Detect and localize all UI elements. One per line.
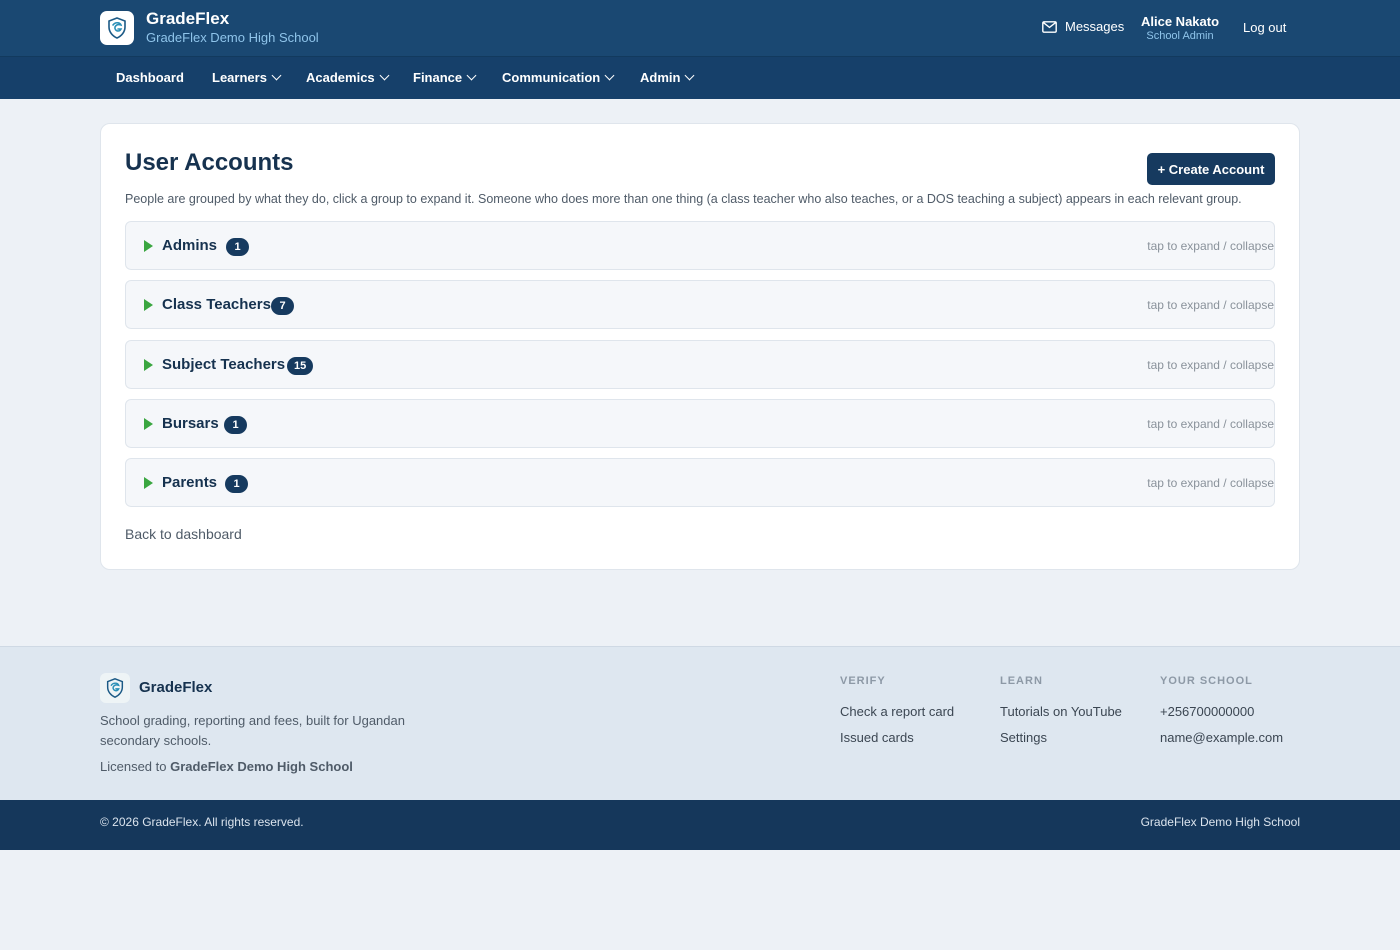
chevron-down-icon	[604, 70, 615, 80]
footer-heading-learn: LEARN	[1000, 675, 1043, 687]
footer-link-settings[interactable]: Settings	[1000, 730, 1047, 745]
nav-item-academics[interactable]: Academics	[306, 70, 390, 85]
count-badge: 1	[226, 238, 249, 256]
messages-label: Messages	[1065, 19, 1125, 34]
intro-text: People are grouped by what they do, clic…	[125, 192, 1242, 206]
shield-crest-icon	[108, 17, 126, 39]
count-badge: 1	[225, 475, 248, 493]
create-account-button[interactable]: + Create Account	[1147, 153, 1275, 185]
group-admins[interactable]: Admins 1 tap to expand / collapse	[125, 221, 1275, 270]
count-badge: 1	[224, 416, 247, 434]
shield-crest-icon	[106, 678, 124, 698]
back-to-dashboard-link[interactable]: Back to dashboard	[125, 526, 242, 542]
footer-link-check-report-card[interactable]: Check a report card	[840, 704, 954, 719]
expand-arrow-icon	[144, 418, 153, 430]
brand-logo[interactable]	[100, 11, 134, 45]
copyright-text: © 2026 GradeFlex. All rights reserved.	[100, 815, 304, 829]
footer-link-issued-cards[interactable]: Issued cards	[840, 730, 914, 745]
count-badge: 15	[287, 357, 314, 375]
chevron-down-icon	[466, 70, 477, 80]
nav-item-finance[interactable]: Finance	[413, 70, 477, 85]
footer-bottom-bar: © 2026 GradeFlex. All rights reserved. G…	[0, 800, 1400, 850]
page-title: User Accounts	[125, 149, 294, 176]
footer-heading-verify: VERIFY	[840, 675, 886, 687]
top-header: GradeFlex GradeFlex Demo High School Mes…	[0, 0, 1400, 57]
group-hint: tap to expand / collapse	[1147, 239, 1274, 253]
count-badge: 7	[271, 297, 294, 315]
main-nav: Dashboard Learners Academics Finance Com…	[0, 57, 1400, 99]
nav-item-communication[interactable]: Communication	[502, 70, 615, 85]
group-class-teachers[interactable]: Class Teachers 7 tap to expand / collaps…	[125, 280, 1275, 329]
nav-item-label: Finance	[413, 70, 463, 85]
messages-link[interactable]: Messages	[1042, 19, 1124, 34]
nav-item-learners[interactable]: Learners	[212, 70, 282, 85]
footer-logo	[100, 673, 130, 703]
nav-item-dashboard[interactable]: Dashboard	[116, 70, 184, 85]
group-parents[interactable]: Parents 1 tap to expand / collapse	[125, 458, 1275, 507]
group-hint: tap to expand / collapse	[1147, 476, 1274, 490]
group-label: Bursars	[162, 415, 219, 432]
expand-arrow-icon	[144, 299, 153, 311]
nav-item-label: Academics	[306, 70, 375, 85]
site-footer: GradeFlex School grading, reporting and …	[0, 646, 1400, 800]
group-hint: tap to expand / collapse	[1147, 298, 1274, 312]
license-prefix: Licensed to	[100, 759, 167, 774]
group-label: Subject Teachers	[162, 356, 286, 373]
logout-link[interactable]: Log out	[1243, 20, 1286, 35]
user-role: School Admin	[1146, 30, 1214, 42]
nav-item-label: Learners	[212, 70, 267, 85]
footer-school-email[interactable]: name@example.com	[1160, 730, 1283, 745]
group-hint: tap to expand / collapse	[1147, 417, 1274, 431]
expand-arrow-icon	[144, 477, 153, 489]
chevron-down-icon	[271, 70, 282, 80]
user-name[interactable]: Alice Nakato	[1141, 14, 1219, 29]
nav-item-label: Dashboard	[116, 70, 184, 85]
footer-school-phone[interactable]: +256700000000	[1160, 704, 1254, 719]
license-school: GradeFlex Demo High School	[170, 759, 353, 774]
chevron-down-icon	[685, 70, 695, 80]
user-accounts-card: User Accounts + Create Account People ar…	[100, 123, 1300, 570]
group-subject-teachers[interactable]: Subject Teachers 15 tap to expand / coll…	[125, 340, 1275, 389]
footer-license: Licensed to GradeFlex Demo High School	[100, 759, 353, 774]
group-bursars[interactable]: Bursars 1 tap to expand / collapse	[125, 399, 1275, 448]
footer-tagline: School grading, reporting and fees, buil…	[100, 713, 405, 748]
footer-brand-name: GradeFlex	[139, 679, 213, 696]
expand-arrow-icon	[144, 240, 153, 252]
brand-name[interactable]: GradeFlex	[146, 9, 229, 29]
nav-item-label: Admin	[640, 70, 681, 85]
nav-item-admin[interactable]: Admin	[640, 70, 695, 85]
chevron-down-icon	[379, 70, 390, 80]
footer-link-youtube-tutorials[interactable]: Tutorials on YouTube	[1000, 704, 1122, 719]
group-hint: tap to expand / collapse	[1147, 358, 1274, 372]
nav-item-label: Communication	[502, 70, 601, 85]
expand-arrow-icon	[144, 359, 153, 371]
brand-school-name: GradeFlex Demo High School	[146, 30, 319, 45]
group-label: Class Teachers	[162, 296, 271, 313]
group-label: Parents	[162, 474, 218, 491]
footer-school-name: GradeFlex Demo High School	[1140, 815, 1300, 829]
envelope-icon	[1042, 20, 1057, 33]
group-label: Admins	[162, 237, 218, 254]
footer-heading-your-school: YOUR SCHOOL	[1160, 675, 1253, 687]
